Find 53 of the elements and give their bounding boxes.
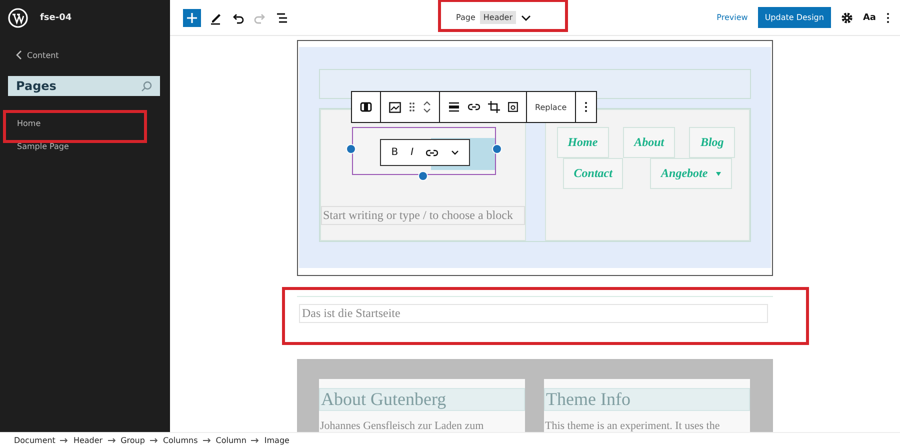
- styles-button[interactable]: Aa: [862, 12, 876, 22]
- settings-icon[interactable]: [840, 12, 853, 24]
- breadcrumb-item[interactable]: Header: [73, 436, 103, 445]
- arrow-right-icon: [150, 438, 158, 443]
- chevron-down-icon[interactable]: [450, 150, 459, 155]
- resize-handle[interactable]: [418, 171, 428, 181]
- chevron-left-icon: [16, 50, 22, 60]
- drag-handle-icon[interactable]: [409, 102, 415, 112]
- add-block-button[interactable]: [183, 8, 201, 26]
- card-heading: Theme Info: [544, 388, 750, 411]
- plus-icon: [187, 12, 197, 22]
- site-title: fse-04: [40, 13, 72, 23]
- back-link[interactable]: Content: [8, 50, 170, 60]
- crop-icon[interactable]: [488, 101, 500, 113]
- update-design-button[interactable]: Update Design: [758, 7, 831, 28]
- breadcrumb-item[interactable]: Document: [14, 436, 56, 445]
- align-icon[interactable]: [448, 102, 460, 112]
- resize-handle[interactable]: [492, 144, 502, 154]
- bold-button[interactable]: B: [391, 147, 398, 158]
- page-list-item[interactable]: Sample Page: [8, 135, 78, 158]
- chevron-down-icon[interactable]: [520, 14, 531, 20]
- template-badge: Header: [480, 11, 516, 24]
- link-icon[interactable]: [426, 148, 438, 156]
- arrow-right-icon: [108, 438, 116, 443]
- dropdown-caret-icon: [716, 172, 721, 176]
- image-icon[interactable]: [389, 102, 401, 112]
- wordpress-logo-icon[interactable]: [8, 8, 28, 28]
- page-content-paragraph[interactable]: Das ist die Startseite: [299, 304, 768, 323]
- arrow-right-icon: [202, 438, 211, 443]
- list-view-icon[interactable]: [275, 10, 289, 24]
- breadcrumb-item[interactable]: Group: [120, 436, 145, 445]
- document-title[interactable]: Page Header: [446, 11, 541, 24]
- card-heading: About Gutenberg: [319, 388, 525, 411]
- document-type: Page: [456, 13, 476, 22]
- resize-handle[interactable]: [346, 144, 356, 154]
- preview-link[interactable]: Preview: [716, 13, 748, 22]
- link-icon[interactable]: [468, 103, 480, 111]
- card-text: This theme is an experiment. It uses the: [544, 420, 721, 432]
- breadcrumb-item[interactable]: Columns: [162, 436, 198, 445]
- alt-text-icon[interactable]: [508, 102, 518, 112]
- arrow-right-icon: [251, 438, 260, 443]
- more-options-icon[interactable]: [886, 12, 890, 24]
- page-list-item[interactable]: Home: [8, 112, 50, 135]
- italic-button[interactable]: I: [410, 147, 414, 158]
- more-options-icon[interactable]: [584, 101, 588, 113]
- search-field[interactable]: Pages: [8, 76, 160, 96]
- replace-button[interactable]: Replace: [535, 102, 567, 112]
- block-type-icon[interactable]: [360, 102, 372, 112]
- breadcrumb-item[interactable]: Image: [264, 436, 290, 445]
- breadcrumb-item[interactable]: Column: [216, 436, 246, 445]
- arrow-right-icon: [60, 438, 68, 443]
- card-text: Johannes Gensfleisch zur Laden zum: [319, 420, 485, 432]
- move-up-down-icon[interactable]: [423, 100, 431, 114]
